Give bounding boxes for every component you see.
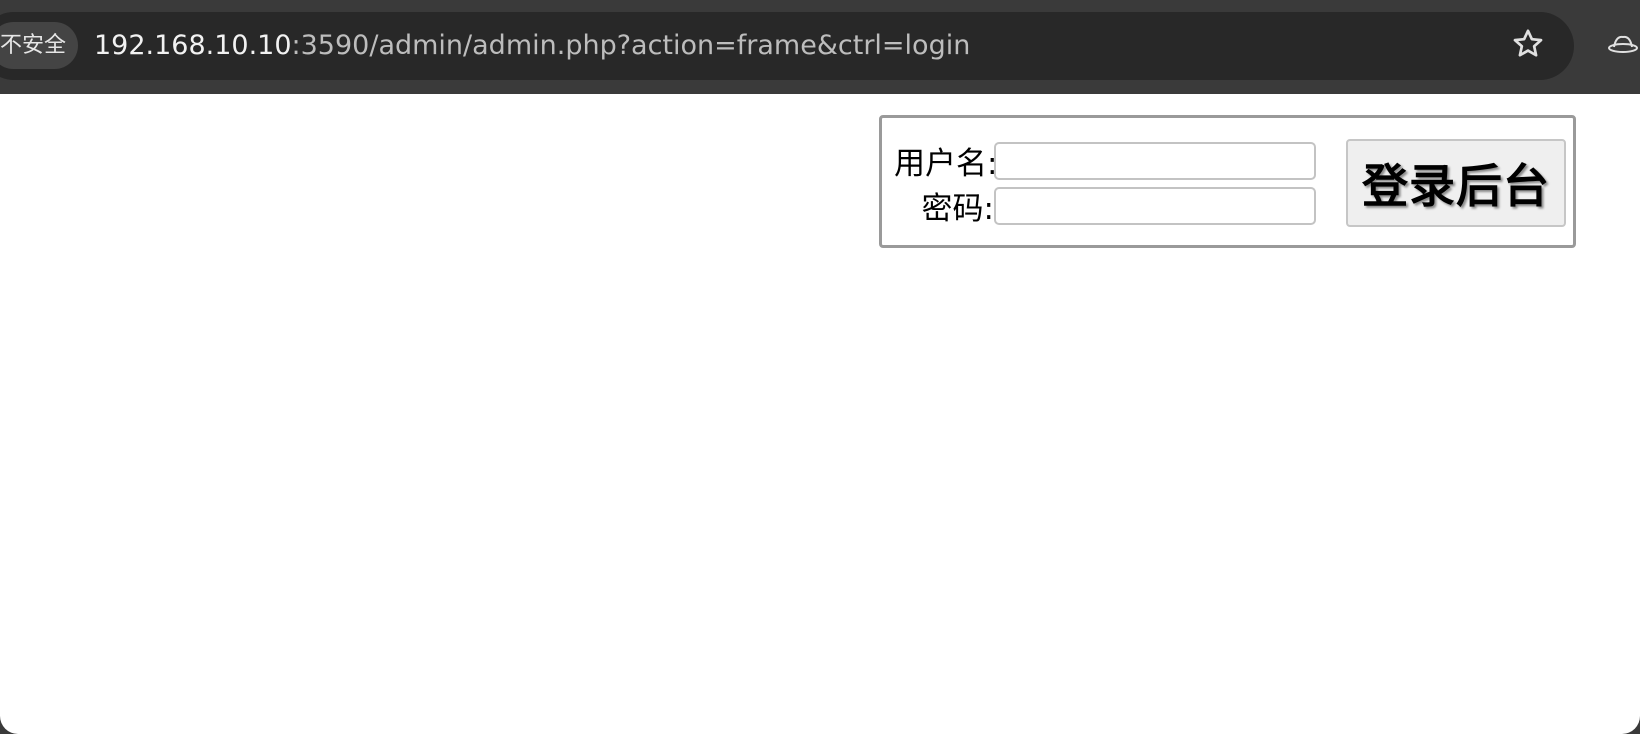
login-button[interactable]: 登录后台: [1346, 139, 1566, 227]
url-path: :3590/admin/admin.php?action=frame&ctrl=…: [291, 30, 971, 61]
page-viewport: 用户名: 密码: 登录后台: [0, 94, 1640, 734]
password-input[interactable]: [994, 186, 1316, 225]
browser-toolbar: 不安全 192.168.10.10:3590/admin/admin.php?a…: [0, 0, 1640, 94]
url-text[interactable]: 192.168.10.10:3590/admin/admin.php?actio…: [94, 22, 970, 69]
username-label: 用户名:: [894, 146, 998, 182]
username-input[interactable]: [994, 141, 1316, 180]
star-icon[interactable]: [1510, 26, 1546, 62]
username-row: 用户名:: [894, 138, 1316, 183]
security-label: 不安全: [0, 33, 66, 58]
browser-window: 不安全 192.168.10.10:3590/admin/admin.php?a…: [0, 0, 1640, 734]
login-form: 用户名: 密码: 登录后台: [879, 115, 1576, 248]
password-row: 密码:: [894, 183, 1316, 228]
incognito-hat-icon[interactable]: [1608, 32, 1638, 56]
security-indicator[interactable]: 不安全: [0, 22, 78, 69]
password-label: 密码:: [921, 191, 994, 227]
url-host: 192.168.10.10: [94, 30, 292, 61]
